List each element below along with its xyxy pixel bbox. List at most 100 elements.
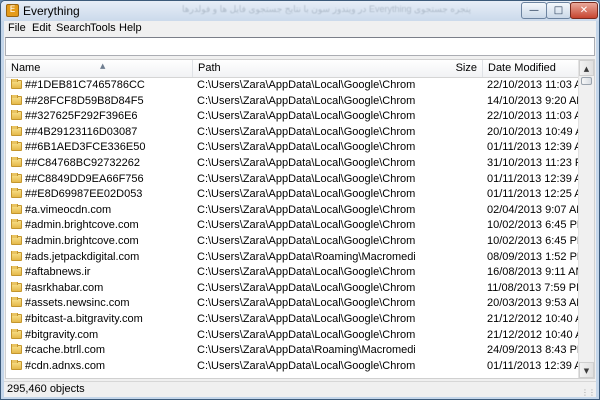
row-path: C:\Users\Zara\AppData\Local\Google\Chrom… bbox=[197, 110, 415, 123]
table-row[interactable]: ##C84768BC92732262 C:\Users\Zara\AppData\… bbox=[6, 156, 580, 172]
table-row[interactable]: #bitgravity.com C:\Users\Zara\AppData\Loc… bbox=[6, 328, 580, 344]
row-name-text: ##327625F292F396E6 bbox=[25, 110, 138, 123]
table-row[interactable]: ##6B1AED3FCE336E50 C:\Users\Zara\AppData\… bbox=[6, 140, 580, 156]
row-name: ##4B29123116D03087 bbox=[11, 125, 191, 138]
row-name: #asrkhabar.com bbox=[11, 281, 191, 294]
resize-grip-icon[interactable]: ⋮⋮ bbox=[581, 388, 596, 397]
app-window: E Everything پنجره جستجوی Everything در … bbox=[0, 0, 600, 400]
results-rows: ##1DEB81C7465786CC C:\Users\Zara\AppData\… bbox=[6, 78, 580, 374]
table-row[interactable]: ##327625F292F396E6 C:\Users\Zara\AppData\… bbox=[6, 109, 580, 125]
table-row[interactable]: ##C8849DD9EA66F756 C:\Users\Zara\AppData\… bbox=[6, 172, 580, 188]
row-date: 21/12/2012 10:40 AM bbox=[487, 312, 580, 325]
menu-tools[interactable]: Tools bbox=[88, 22, 118, 34]
results-list[interactable]: Name ▲ Path Size Date Modified ##1DEB81C… bbox=[5, 59, 595, 379]
row-path: C:\Users\Zara\AppData\Local\Google\Chrom… bbox=[197, 125, 415, 138]
table-row[interactable]: #ads.jetpackdigital.com C:\Users\Zara\App… bbox=[6, 250, 580, 266]
row-name-text: #bitcast-a.bitgravity.com bbox=[25, 312, 143, 325]
row-date: 31/10/2013 11:23 PM bbox=[487, 156, 580, 169]
row-date: 01/11/2013 12:25 AM bbox=[487, 188, 580, 201]
row-name-text: #cdn.adnxs.com bbox=[25, 359, 106, 372]
scroll-up-icon[interactable]: ▲ bbox=[579, 60, 594, 76]
minimize-button[interactable]: — bbox=[521, 2, 547, 19]
row-name: #admin.brightcove.com bbox=[11, 219, 191, 231]
table-row[interactable]: ##1DEB81C7465786CC C:\Users\Zara\AppData\… bbox=[6, 78, 580, 94]
row-name: ##1DEB81C7465786CC bbox=[11, 79, 191, 91]
column-path-label: Path bbox=[198, 62, 221, 74]
everything-app-icon[interactable]: E bbox=[6, 4, 19, 17]
row-path: C:\Users\Zara\AppData\Local\Google\Chrom… bbox=[197, 79, 415, 91]
scroll-thumb[interactable] bbox=[581, 77, 592, 85]
maximize-button[interactable]: □ bbox=[546, 2, 571, 19]
folder-icon bbox=[11, 94, 22, 105]
close-button[interactable]: ✕ bbox=[570, 2, 598, 19]
row-name-text: #cache.btrll.com bbox=[25, 344, 106, 357]
table-row[interactable]: #bitcast-a.bitgravity.com C:\Users\Zara\A… bbox=[6, 312, 580, 328]
row-name-text: #a.vimeocdn.com bbox=[25, 203, 112, 216]
table-row[interactable]: #admin.brightcove.com C:\Users\Zara\AppDa… bbox=[6, 218, 580, 234]
search-input[interactable] bbox=[5, 37, 595, 56]
row-date: 22/10/2013 11:03 AM bbox=[487, 110, 580, 123]
table-row[interactable]: #aftabnews.ir C:\Users\Zara\AppData\Local… bbox=[6, 265, 580, 281]
row-name-text: ##E8D69987EE02D053 bbox=[25, 188, 143, 201]
table-row[interactable]: #admin.brightcove.com C:\Users\Zara\AppDa… bbox=[6, 234, 580, 250]
table-row[interactable]: #assets.newsinc.com C:\Users\Zara\AppData… bbox=[6, 296, 580, 312]
row-path: C:\Users\Zara\AppData\Local\Google\Chrom… bbox=[197, 266, 415, 279]
row-name-text: #aftabnews.ir bbox=[25, 266, 91, 279]
table-row[interactable]: ##E8D69987EE02D053 C:\Users\Zara\AppData\… bbox=[6, 187, 580, 203]
row-path: C:\Users\Zara\AppData\Local\Google\Chrom… bbox=[197, 141, 415, 154]
row-name: #cdn.adnxs.com bbox=[11, 359, 191, 372]
folder-icon bbox=[11, 156, 22, 167]
row-name: #a.vimeocdn.com bbox=[11, 203, 191, 216]
table-row[interactable]: #cdn.adnxs.com C:\Users\Zara\AppData\Loca… bbox=[6, 359, 580, 375]
row-name-text: #admin.brightcove.com bbox=[25, 234, 139, 247]
column-header-size[interactable]: Size bbox=[357, 60, 483, 77]
table-row[interactable]: ##28FCF8D59B8D84F5 C:\Users\Zara\AppData\… bbox=[6, 94, 580, 110]
folder-icon bbox=[11, 79, 22, 89]
row-name: #bitgravity.com bbox=[11, 328, 191, 341]
scroll-down-icon[interactable]: ▼ bbox=[579, 362, 594, 378]
row-date: 11/08/2013 7:59 PM bbox=[487, 281, 580, 294]
title-bar[interactable]: E Everything پنجره جستجوی Everything در … bbox=[1, 1, 599, 21]
row-path: C:\Users\Zara\AppData\Local\Google\Chrom… bbox=[197, 359, 415, 372]
row-name-text: ##4B29123116D03087 bbox=[25, 125, 138, 138]
row-name-text: #admin.brightcove.com bbox=[25, 219, 139, 232]
row-date: 22/10/2013 11:03 AM bbox=[487, 79, 580, 91]
row-path: C:\Users\Zara\AppData\Local\Google\Chrom… bbox=[197, 156, 415, 169]
folder-icon bbox=[11, 281, 22, 292]
client-area: File Edit Search Tools Help Name ▲ Path … bbox=[4, 21, 596, 397]
column-header: Name ▲ Path Size Date Modified bbox=[6, 60, 580, 78]
folder-icon bbox=[11, 188, 22, 199]
table-row[interactable]: #a.vimeocdn.com C:\Users\Zara\AppData\Loc… bbox=[6, 203, 580, 219]
row-date: 01/11/2013 12:39 AM bbox=[487, 141, 580, 154]
menu-file[interactable]: File bbox=[6, 22, 28, 34]
row-name-text: #assets.newsinc.com bbox=[25, 297, 130, 310]
row-name-text: ##1DEB81C7465786CC bbox=[25, 79, 145, 91]
column-name-label: Name bbox=[11, 62, 41, 74]
row-path: C:\Users\Zara\AppData\Local\Google\Chrom… bbox=[197, 297, 415, 310]
table-row[interactable]: #asrkhabar.com C:\Users\Zara\AppData\Loca… bbox=[6, 281, 580, 297]
folder-icon bbox=[11, 266, 22, 277]
row-name: ##E8D69987EE02D053 bbox=[11, 188, 191, 200]
row-name: #admin.brightcove.com bbox=[11, 234, 191, 247]
menu-help[interactable]: Help bbox=[117, 22, 144, 34]
title-overlay-text: پنجره جستجوی Everything در ویندوز سون با… bbox=[182, 4, 471, 14]
column-header-path[interactable]: Path bbox=[193, 60, 357, 77]
row-path: C:\Users\Zara\AppData\Roaming\Macromedia… bbox=[197, 344, 415, 357]
column-header-name[interactable]: Name ▲ bbox=[6, 60, 193, 77]
folder-icon bbox=[11, 250, 22, 261]
row-name: ##C84768BC92732262 bbox=[11, 156, 191, 169]
column-header-date[interactable]: Date Modified bbox=[483, 60, 580, 77]
row-name: #aftabnews.ir bbox=[11, 266, 191, 278]
table-row[interactable]: #cache.btrll.com C:\Users\Zara\AppData\Ro… bbox=[6, 343, 580, 359]
table-row[interactable]: ##4B29123116D03087 C:\Users\Zara\AppData\… bbox=[6, 125, 580, 141]
row-date: 14/10/2013 9:20 AM bbox=[487, 94, 580, 107]
row-name-text: #asrkhabar.com bbox=[25, 281, 104, 294]
row-date: 20/10/2013 10:49 AM bbox=[487, 125, 580, 138]
vertical-scrollbar[interactable]: ▲ ▼ bbox=[578, 60, 594, 378]
row-name: #bitcast-a.bitgravity.com bbox=[11, 312, 191, 325]
menu-edit[interactable]: Edit bbox=[30, 22, 53, 34]
folder-icon bbox=[11, 172, 22, 183]
row-path: C:\Users\Zara\AppData\Roaming\Macromedia… bbox=[197, 250, 415, 263]
row-path: C:\Users\Zara\AppData\Local\Google\Chrom… bbox=[197, 328, 415, 341]
row-date: 24/09/2013 8:43 PM bbox=[487, 344, 580, 357]
